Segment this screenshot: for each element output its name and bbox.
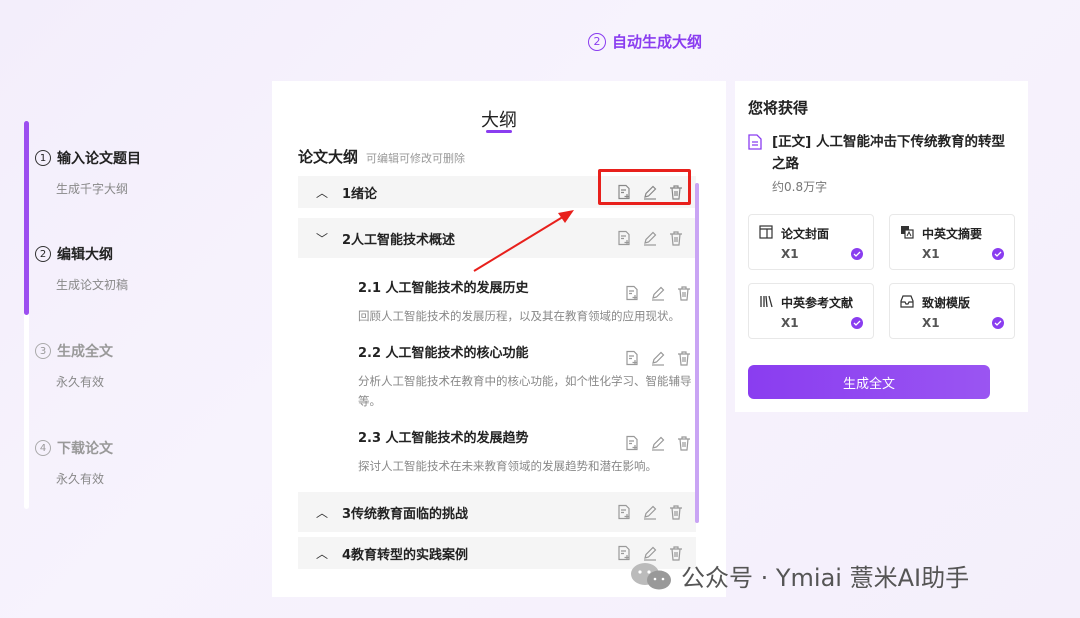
outline-heading-title: 论文大纲 bbox=[298, 148, 359, 166]
deliverable-quantity: X1 bbox=[922, 316, 940, 330]
watermark-text: 公众号 · Ymiai 薏米AI助手 bbox=[681, 564, 970, 592]
add-subsection-icon[interactable] bbox=[624, 350, 640, 366]
edit-icon[interactable] bbox=[642, 504, 658, 520]
inbox-icon bbox=[900, 295, 914, 308]
step-2-subtitle: 生成论文初稿 bbox=[56, 278, 129, 292]
deliverable-name: 论文封面 bbox=[781, 227, 830, 241]
trash-icon[interactable] bbox=[676, 350, 692, 366]
trash-icon[interactable] bbox=[676, 435, 692, 451]
step-3-title: 生成全文 bbox=[57, 344, 113, 360]
outline-heading: 论文大纲 可编辑可修改可删除 bbox=[298, 146, 465, 167]
deliverable-quantity: X1 bbox=[781, 316, 799, 330]
section-description[interactable]: 回顾人工智能技术的发展历程，以及其在教育领域的应用现状。 bbox=[358, 306, 692, 326]
section-description[interactable]: 探讨人工智能技术在未来教育领域的发展趋势和潜在影响。 bbox=[358, 456, 692, 476]
chapter-title[interactable]: 4教育转型的实践案例 bbox=[342, 544, 468, 563]
highlight-box bbox=[598, 169, 691, 205]
section-item[interactable]: 2.1 人工智能技术的发展历史 回顾人工智能技术的发展历程，以及其在教育领域的应… bbox=[358, 277, 692, 326]
wechat-icon bbox=[631, 562, 671, 589]
add-subsection-icon[interactable] bbox=[624, 435, 640, 451]
chapter-row[interactable]: ︿ 3传统教育面临的挑战 bbox=[298, 492, 696, 532]
deliverable-quantity: X1 bbox=[922, 247, 940, 261]
translate-icon bbox=[901, 226, 914, 239]
generate-full-text-button[interactable]: 生成全文 bbox=[748, 365, 990, 399]
outline-panel: 大纲 论文大纲 可编辑可修改可删除 ︿ 1绪论 ﹀ 2人工智能技术概述 2.1 … bbox=[272, 81, 726, 597]
chevron-up-icon[interactable]: ︿ bbox=[316, 545, 330, 562]
chevron-up-icon[interactable]: ︿ bbox=[316, 184, 330, 201]
result-panel: 您将获得 [正文] 人工智能冲击下传统教育的转型之路 约0.8万字 论文封面 X… bbox=[735, 81, 1028, 412]
checkmark-icon bbox=[992, 317, 1004, 329]
section-item[interactable]: 2.2 人工智能技术的核心功能 分析人工智能技术在教育中的核心功能，如个性化学习… bbox=[358, 342, 692, 411]
step-1[interactable]: 1 输入论文题目 生成千字大纲 bbox=[35, 148, 141, 197]
checkmark-icon bbox=[851, 248, 863, 260]
chevron-up-icon[interactable]: ︿ bbox=[316, 504, 330, 521]
chapter-title[interactable]: 2人工智能技术概述 bbox=[342, 229, 455, 248]
section-description[interactable]: 分析人工智能技术在教育中的核心功能，如个性化学习、智能辅导等。 bbox=[358, 371, 692, 411]
step-2-number: 2 bbox=[35, 246, 51, 262]
deliverable-quantity: X1 bbox=[781, 247, 799, 261]
add-subsection-icon[interactable] bbox=[616, 230, 632, 246]
step-2[interactable]: 2 编辑大纲 生成论文初稿 bbox=[35, 244, 128, 293]
step-header-label: 自动生成大纲 bbox=[612, 33, 703, 51]
edit-icon[interactable] bbox=[650, 350, 666, 366]
result-title: 您将获得 bbox=[748, 99, 809, 117]
deliverable-card: 中英文摘要 X1 bbox=[889, 214, 1015, 270]
panel-title: 大纲 bbox=[481, 110, 517, 131]
deliverable-name: 中英文摘要 bbox=[922, 227, 983, 241]
step-4-number: 4 bbox=[35, 440, 51, 456]
step-4-subtitle: 永久有效 bbox=[56, 472, 105, 486]
progress-track-fill bbox=[24, 121, 29, 315]
checkmark-icon bbox=[851, 317, 863, 329]
deliverable-card: 中英参考文献 X1 bbox=[748, 283, 874, 339]
deliverable-name: 致谢模版 bbox=[922, 296, 971, 310]
chapter-title[interactable]: 1绪论 bbox=[342, 183, 377, 202]
chevron-down-icon[interactable]: ﹀ bbox=[316, 230, 330, 247]
add-subsection-icon[interactable] bbox=[616, 504, 632, 520]
step-3[interactable]: 3 生成全文 永久有效 bbox=[35, 341, 113, 390]
annotation-arrow-icon bbox=[473, 210, 574, 272]
deliverable-card: 致谢模版 X1 bbox=[889, 283, 1015, 339]
step-2-title: 编辑大纲 bbox=[57, 247, 113, 263]
step-1-number: 1 bbox=[35, 150, 51, 166]
deliverable-card: 论文封面 X1 bbox=[748, 214, 874, 270]
document-word-count: 约0.8万字 bbox=[772, 180, 828, 194]
step-3-subtitle: 永久有效 bbox=[56, 375, 105, 389]
books-icon bbox=[760, 295, 773, 308]
chapter-title[interactable]: 3传统教育面临的挑战 bbox=[342, 503, 468, 522]
current-step-header: 2 自动生成大纲 bbox=[588, 31, 702, 52]
step-1-title: 输入论文题目 bbox=[57, 151, 141, 167]
document-title: [正文] 人工智能冲击下传统教育的转型之路 bbox=[772, 134, 1006, 172]
step-number-badge: 2 bbox=[588, 32, 606, 51]
step-4-title: 下载论文 bbox=[57, 441, 113, 457]
step-3-number: 3 bbox=[35, 343, 51, 359]
watermark: 公众号 · Ymiai 薏米AI助手 bbox=[629, 558, 969, 593]
deliverable-name: 中英参考文献 bbox=[781, 296, 854, 310]
outline-heading-hint: 可编辑可修改可删除 bbox=[366, 152, 466, 165]
progress-steps: 1 输入论文题目 生成千字大纲 2 编辑大纲 生成论文初稿 3 生成全文 永久有效 4… bbox=[24, 121, 244, 509]
step-4[interactable]: 4 下载论文 永久有效 bbox=[35, 438, 113, 487]
panel-title-underline bbox=[486, 130, 512, 133]
trash-icon[interactable] bbox=[668, 504, 684, 520]
checkmark-icon bbox=[992, 248, 1004, 260]
edit-icon[interactable] bbox=[642, 230, 658, 246]
trash-icon[interactable] bbox=[676, 285, 692, 301]
outline-scrollbar[interactable] bbox=[695, 183, 699, 523]
document-icon bbox=[748, 134, 762, 150]
edit-icon[interactable] bbox=[650, 285, 666, 301]
cover-icon bbox=[759, 225, 773, 239]
edit-icon[interactable] bbox=[650, 435, 666, 451]
section-item[interactable]: 2.3 人工智能技术的发展趋势 探讨人工智能技术在未来教育领域的发展趋势和潜在影… bbox=[358, 427, 692, 476]
step-1-subtitle: 生成千字大纲 bbox=[56, 182, 129, 196]
add-subsection-icon[interactable] bbox=[624, 285, 640, 301]
trash-icon[interactable] bbox=[668, 230, 684, 246]
